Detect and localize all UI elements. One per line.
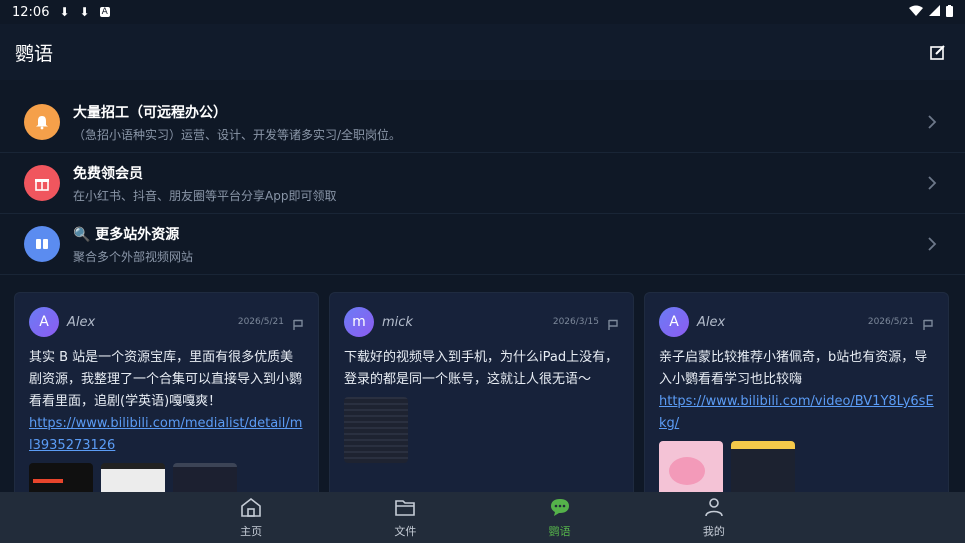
chevron-right-icon bbox=[927, 236, 937, 256]
post-link[interactable]: https://www.bilibili.com/medialist/detai… bbox=[29, 413, 304, 457]
nav-label: 我的 bbox=[702, 524, 725, 538]
wifi-icon bbox=[909, 5, 923, 19]
app-notification-icon: A bbox=[99, 7, 110, 17]
status-bar: 12:06 ⬇ ⬇ A bbox=[0, 0, 965, 24]
chevron-right-icon bbox=[927, 114, 937, 134]
signal-icon bbox=[929, 5, 940, 19]
chevron-right-icon bbox=[927, 175, 937, 195]
bottom-nav: 主页 文件 鹦语 我的 bbox=[0, 492, 965, 543]
promo-item-membership[interactable]: 免费领会员 在小红书、抖音、朋友圈等平台分享App即可领取 bbox=[0, 153, 965, 214]
nav-community[interactable]: 鹦语 bbox=[483, 492, 637, 543]
post-image[interactable] bbox=[344, 397, 408, 463]
edit-icon[interactable] bbox=[926, 40, 950, 64]
profile-icon bbox=[703, 497, 725, 520]
post-card[interactable]: A Alex 2026/5/21 亲子启蒙比较推荐小猪佩奇，b站也有资源，导入小… bbox=[644, 292, 949, 512]
folder-icon bbox=[394, 497, 416, 520]
post-username: mick bbox=[382, 314, 413, 330]
home-icon bbox=[240, 497, 262, 520]
promo-title: 🔍 更多站外资源 bbox=[73, 226, 180, 243]
nav-label: 鹦语 bbox=[548, 524, 571, 538]
nav-files[interactable]: 文件 bbox=[328, 492, 482, 543]
bell-icon bbox=[24, 104, 60, 140]
post-date: 2026/3/15 bbox=[552, 317, 599, 327]
promo-item-resources[interactable]: 🔍 更多站外资源 聚合多个外部视频网站 bbox=[0, 214, 965, 275]
promo-subtitle: 在小红书、抖音、朋友圈等平台分享App即可领取 bbox=[73, 188, 337, 203]
avatar[interactable]: A bbox=[29, 307, 59, 337]
promo-item-jobs[interactable]: 大量招工（可远程办公） （急招小语种实习）运营、设计、开发等诸多实习/全职岗位。 bbox=[0, 92, 965, 153]
nav-label: 文件 bbox=[394, 524, 417, 538]
post-text: 下载好的视频导入到手机，为什么iPad上没有，登录的都是同一个账号，这就让人很无… bbox=[344, 350, 619, 387]
nav-home[interactable]: 主页 bbox=[174, 492, 328, 543]
post-date: 2026/5/21 bbox=[237, 317, 284, 327]
post-link[interactable]: https://www.bilibili.com/video/BV1Y8Ly6s… bbox=[659, 391, 934, 435]
post-username: Alex bbox=[67, 314, 96, 330]
flag-icon[interactable] bbox=[607, 316, 619, 330]
post-text: 亲子启蒙比较推荐小猪佩奇，b站也有资源，导入小鹦看看学习也比较嗨 bbox=[659, 350, 928, 387]
promo-subtitle: 聚合多个外部视频网站 bbox=[73, 249, 194, 264]
post-username: Alex bbox=[697, 314, 726, 330]
post-card[interactable]: A Alex 2026/5/21 其实 B 站是一个资源宝库，里面有很多优质美剧… bbox=[14, 292, 319, 512]
download-icon: ⬇ bbox=[59, 5, 70, 19]
post-images bbox=[344, 397, 619, 463]
download-icon: ⬇ bbox=[79, 5, 90, 19]
avatar[interactable]: m bbox=[344, 307, 374, 337]
promo-title: 免费领会员 bbox=[73, 165, 143, 182]
page-title: 鹦语 bbox=[15, 42, 54, 65]
post-feed: A Alex 2026/5/21 其实 B 站是一个资源宝库，里面有很多优质美剧… bbox=[14, 292, 954, 512]
gift-icon bbox=[24, 165, 60, 201]
flag-icon[interactable] bbox=[292, 316, 304, 330]
post-date: 2026/5/21 bbox=[867, 317, 914, 327]
book-icon bbox=[24, 226, 60, 262]
post-card[interactable]: m mick 2026/3/15 下载好的视频导入到手机，为什么iPad上没有，… bbox=[329, 292, 634, 512]
flag-icon[interactable] bbox=[922, 316, 934, 330]
avatar[interactable]: A bbox=[659, 307, 689, 337]
nav-profile[interactable]: 我的 bbox=[637, 492, 791, 543]
app-bar: 鹦语 bbox=[0, 24, 965, 80]
status-time: 12:06 bbox=[12, 4, 50, 20]
promo-subtitle: （急招小语种实习）运营、设计、开发等诸多实习/全职岗位。 bbox=[73, 127, 402, 142]
nav-label: 主页 bbox=[240, 524, 263, 538]
chat-icon bbox=[549, 497, 571, 520]
post-text: 其实 B 站是一个资源宝库，里面有很多优质美剧资源，我整理了一个合集可以直接导入… bbox=[29, 350, 303, 409]
promo-title: 大量招工（可远程办公） bbox=[73, 104, 227, 121]
battery-icon bbox=[946, 4, 953, 20]
promo-list: 大量招工（可远程办公） （急招小语种实习）运营、设计、开发等诸多实习/全职岗位。… bbox=[0, 92, 965, 275]
